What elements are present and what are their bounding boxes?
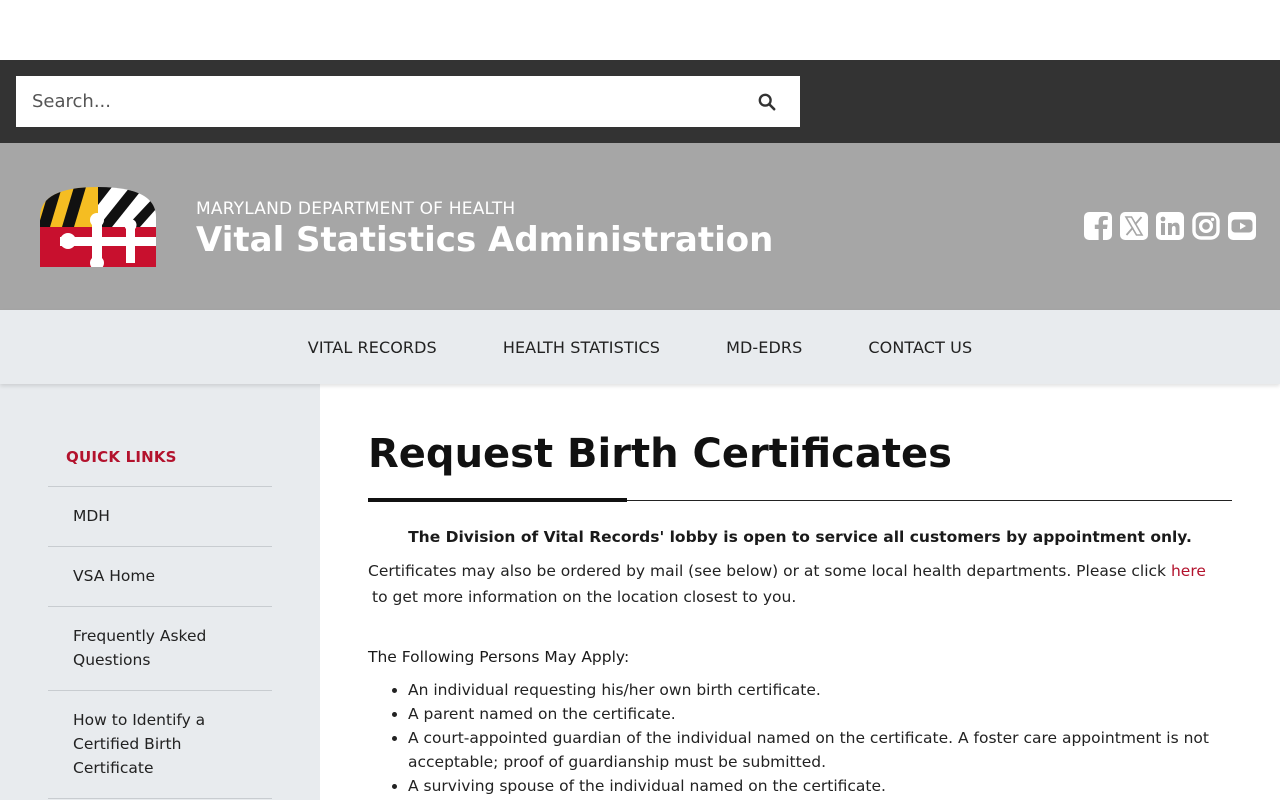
- agency-name[interactable]: Vital Statistics Administration: [196, 221, 773, 259]
- main-nav: VITAL RECORDS HEALTH STATISTICS MD-EDRS …: [0, 310, 1280, 384]
- linkedin-icon[interactable]: [1156, 212, 1184, 240]
- maryland-flag-logo[interactable]: [40, 187, 156, 267]
- nav-item-contact-us[interactable]: CONTACT US: [835, 338, 1005, 357]
- list-item: A surviving spouse of the individual nam…: [408, 774, 1232, 798]
- youtube-icon[interactable]: [1228, 212, 1256, 240]
- lobby-notice: The Division of Vital Records' lobby is …: [408, 528, 1192, 546]
- here-link[interactable]: here: [1171, 562, 1206, 580]
- nav-item-vital-records[interactable]: VITAL RECORDS: [275, 338, 470, 357]
- title-divider: [368, 498, 1232, 502]
- sidebar-item-vsa-home[interactable]: VSA Home: [48, 547, 272, 607]
- facebook-icon[interactable]: [1084, 212, 1112, 240]
- quick-links-title: QUICK LINKS: [48, 448, 272, 487]
- apply-heading: The Following Persons May Apply:: [368, 648, 630, 666]
- content-area: QUICK LINKS MDH VSA Home Frequently Aske…: [0, 384, 1280, 800]
- mail-order-paragraph: Certificates may also be ordered by mail…: [368, 558, 1232, 610]
- x-twitter-icon[interactable]: [1120, 212, 1148, 240]
- list-item: A court-appointed guardian of the indivi…: [408, 726, 1232, 774]
- search-box: [16, 76, 800, 127]
- mail-order-text-2: to get more information on the location …: [372, 588, 797, 606]
- sidebar-item-identify-certificate[interactable]: How to Identify a Certified Birth Certif…: [48, 691, 272, 799]
- sidebar: QUICK LINKS MDH VSA Home Frequently Aske…: [0, 384, 320, 800]
- eligible-persons-list: An individual requesting his/her own bir…: [368, 678, 1232, 798]
- search-input[interactable]: [32, 91, 712, 112]
- list-item: An individual requesting his/her own bir…: [408, 678, 1232, 702]
- page-title: Request Birth Certificates: [368, 431, 952, 477]
- agency-title: MARYLAND DEPARTMENT OF HEALTH Vital Stat…: [196, 199, 773, 259]
- top-spacer: [0, 0, 1280, 60]
- main-content: Request Birth Certificates The Division …: [320, 384, 1280, 800]
- department-name: MARYLAND DEPARTMENT OF HEALTH: [196, 199, 516, 219]
- instagram-icon[interactable]: [1192, 212, 1220, 240]
- search-icon[interactable]: [756, 91, 778, 113]
- header-banner: MARYLAND DEPARTMENT OF HEALTH Vital Stat…: [0, 143, 1280, 310]
- nav-item-md-edrs[interactable]: MD-EDRS: [693, 338, 835, 357]
- sidebar-item-faq[interactable]: Frequently Asked Questions: [48, 607, 272, 691]
- sidebar-item-mdh[interactable]: MDH: [48, 487, 272, 547]
- search-bar: [0, 60, 1280, 143]
- list-item: A parent named on the certificate.: [408, 702, 1232, 726]
- nav-item-health-statistics[interactable]: HEALTH STATISTICS: [470, 338, 693, 357]
- mail-order-text: Certificates may also be ordered by mail…: [368, 562, 1171, 580]
- social-links: [1084, 212, 1256, 240]
